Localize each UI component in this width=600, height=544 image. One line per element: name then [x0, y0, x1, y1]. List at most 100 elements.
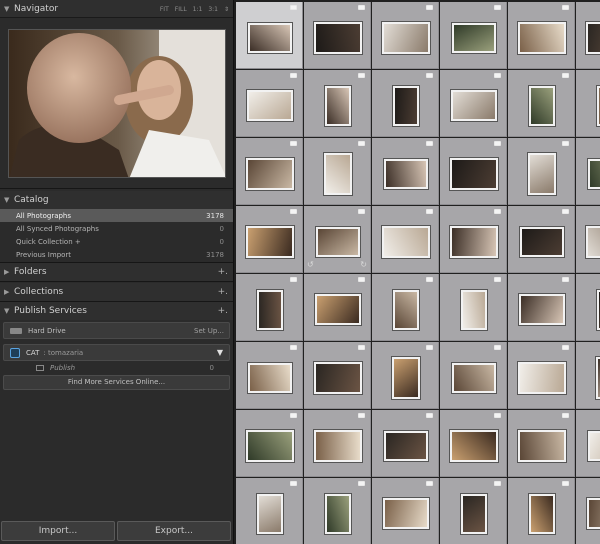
collapse-triangle-icon[interactable]: ▼	[4, 5, 14, 13]
photo-thumbnail[interactable]	[596, 85, 600, 126]
grid-cell[interactable]	[440, 410, 507, 477]
collapse-triangle-icon[interactable]: ▼	[4, 307, 14, 315]
cat-service[interactable]: CAT : tomazaria ▼	[3, 344, 230, 361]
add-collection-icon[interactable]: +.	[218, 287, 228, 297]
grid-cell[interactable]	[304, 478, 371, 544]
grid-cell[interactable]	[236, 206, 303, 273]
grid-cell[interactable]	[304, 138, 371, 205]
photo-thumbnail[interactable]	[449, 157, 498, 190]
photo-thumbnail[interactable]	[313, 361, 362, 394]
photo-thumbnail[interactable]	[519, 226, 564, 257]
grid-cell[interactable]	[576, 410, 600, 477]
grid-cell[interactable]	[304, 70, 371, 137]
zoom-3-1[interactable]: 3:1	[208, 6, 218, 13]
photo-thumbnail[interactable]	[528, 85, 555, 126]
catalog-item-all-synced-photographs[interactable]: All Synced Photographs 0	[0, 222, 233, 235]
zoom-stepper-icon[interactable]: ⇕	[224, 6, 229, 13]
grid-cell[interactable]	[372, 2, 439, 69]
grid-cell[interactable]	[440, 138, 507, 205]
photo-thumbnail[interactable]	[450, 90, 497, 121]
photo-thumbnail[interactable]	[313, 429, 362, 462]
collections-header[interactable]: ▶ Collections +.	[0, 283, 233, 301]
grid-cell[interactable]	[440, 70, 507, 137]
photo-thumbnail[interactable]	[449, 429, 498, 462]
grid-cell[interactable]	[576, 478, 600, 544]
expand-triangle-icon[interactable]: ▶	[4, 288, 14, 296]
photo-grid[interactable]: ↺ ↻	[236, 0, 600, 544]
photo-thumbnail[interactable]	[517, 361, 566, 394]
rotate-right-icon[interactable]: ↻	[360, 260, 367, 269]
hard-drive-service[interactable]: Hard Drive Set Up...	[3, 322, 230, 339]
grid-cell[interactable]	[440, 274, 507, 341]
photo-thumbnail[interactable]	[256, 493, 283, 534]
grid-cell[interactable]	[372, 342, 439, 409]
grid-cell[interactable]	[440, 478, 507, 544]
publish-services-header[interactable]: ▼ Publish Services +.	[0, 302, 233, 320]
photo-thumbnail[interactable]	[324, 493, 351, 534]
photo-thumbnail[interactable]	[381, 225, 430, 258]
grid-cell[interactable]	[508, 342, 575, 409]
grid-cell[interactable]	[576, 274, 600, 341]
photo-thumbnail[interactable]	[585, 225, 600, 258]
photo-thumbnail[interactable]	[245, 429, 294, 462]
publish-collection-row[interactable]: Publish 0	[0, 362, 233, 374]
photo-thumbnail[interactable]	[585, 21, 600, 54]
photo-thumbnail[interactable]	[246, 90, 293, 121]
export-button[interactable]: Export...	[117, 521, 231, 541]
grid-cell[interactable]	[576, 2, 600, 69]
photo-thumbnail[interactable]	[460, 493, 487, 534]
photo-thumbnail[interactable]	[383, 158, 428, 189]
catalog-item-quick-collection[interactable]: Quick Collection + 0	[0, 235, 233, 248]
grid-cell[interactable]	[576, 342, 600, 409]
zoom-fit[interactable]: FIT	[160, 6, 169, 13]
photo-thumbnail[interactable]	[517, 429, 566, 462]
photo-thumbnail[interactable]	[382, 498, 429, 529]
grid-cell[interactable]	[372, 206, 439, 273]
photo-thumbnail[interactable]	[247, 362, 292, 393]
grid-cell[interactable]	[372, 274, 439, 341]
photo-thumbnail[interactable]	[323, 152, 352, 195]
chevron-down-icon[interactable]: ▼	[217, 348, 223, 357]
find-more-services-button[interactable]: Find More Services Online...	[3, 375, 230, 390]
photo-thumbnail[interactable]	[381, 21, 430, 54]
photo-thumbnail[interactable]	[247, 22, 292, 53]
photo-thumbnail[interactable]	[391, 356, 420, 399]
grid-cell[interactable]	[508, 206, 575, 273]
navigator-header[interactable]: ▼ Navigator FIT FILL 1:1 3:1 ⇕	[0, 0, 233, 18]
import-button[interactable]: Import...	[1, 521, 115, 541]
grid-cell[interactable]	[372, 70, 439, 137]
grid-cell[interactable]	[440, 342, 507, 409]
add-folder-icon[interactable]: +.	[218, 267, 228, 277]
grid-cell[interactable]	[508, 478, 575, 544]
grid-cell[interactable]	[304, 2, 371, 69]
grid-cell[interactable]	[236, 274, 303, 341]
photo-thumbnail[interactable]	[245, 225, 294, 258]
setup-button[interactable]: Set Up...	[194, 327, 224, 335]
grid-cell[interactable]	[508, 2, 575, 69]
photo-thumbnail[interactable]	[451, 362, 496, 393]
photo-thumbnail[interactable]	[315, 226, 360, 257]
photo-thumbnail[interactable]	[586, 498, 600, 529]
grid-cell[interactable]	[440, 2, 507, 69]
add-publish-service-icon[interactable]: +.	[218, 306, 228, 316]
catalog-item-previous-import[interactable]: Previous Import 3178	[0, 248, 233, 261]
photo-thumbnail[interactable]	[460, 289, 487, 330]
photo-thumbnail[interactable]	[527, 152, 556, 195]
grid-cell[interactable]	[304, 342, 371, 409]
grid-cell[interactable]	[576, 206, 600, 273]
photo-thumbnail[interactable]	[392, 85, 419, 126]
photo-thumbnail[interactable]	[313, 21, 362, 54]
photo-thumbnail[interactable]	[518, 294, 565, 325]
grid-cell[interactable]	[440, 206, 507, 273]
photo-thumbnail[interactable]	[587, 158, 600, 189]
grid-cell[interactable]	[372, 138, 439, 205]
photo-thumbnail[interactable]	[595, 356, 600, 399]
grid-cell[interactable]	[508, 70, 575, 137]
grid-cell[interactable]	[236, 410, 303, 477]
grid-cell[interactable]: ↺ ↻	[304, 206, 371, 273]
folders-header[interactable]: ▶ Folders +.	[0, 263, 233, 281]
photo-thumbnail[interactable]	[324, 85, 351, 126]
grid-cell[interactable]	[236, 478, 303, 544]
zoom-fill[interactable]: FILL	[175, 6, 187, 13]
grid-cell[interactable]	[508, 274, 575, 341]
